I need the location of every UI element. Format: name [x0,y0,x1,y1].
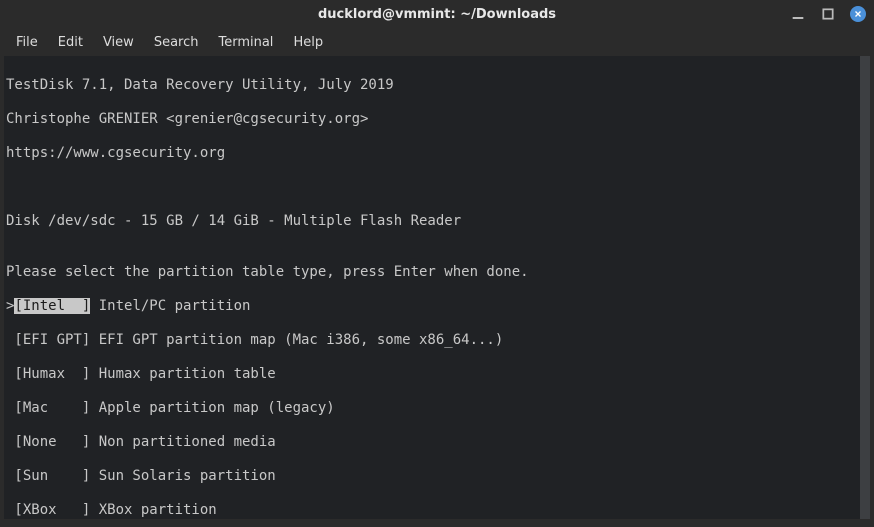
minimize-icon [790,6,806,22]
menubar: File Edit View Search Terminal Help [0,28,874,56]
close-icon [853,9,863,19]
menu-view[interactable]: View [95,31,142,54]
term-line: Please select the partition table type, … [6,264,868,281]
terminal-area[interactable]: TestDisk 7.1, Data Recovery Utility, Jul… [4,56,870,519]
term-line: Disk /dev/sdc - 15 GB / 14 GiB - Multipl… [6,213,868,230]
scrollbar[interactable] [860,56,870,519]
window-title: ducklord@vmmint: ~/Downloads [318,7,556,22]
scrollbar-thumb[interactable] [860,56,870,519]
option-label: Intel/PC partition [90,298,250,314]
term-line: Christophe GRENIER <grenier@cgsecurity.o… [6,111,868,128]
option-efi-gpt[interactable]: [EFI GPT] EFI GPT partition map (Mac i38… [6,332,868,349]
menu-search[interactable]: Search [146,31,207,54]
close-button[interactable] [850,6,866,22]
term-line: TestDisk 7.1, Data Recovery Utility, Jul… [6,77,868,94]
option-sun[interactable]: [Sun ] Sun Solaris partition [6,468,868,485]
menu-file[interactable]: File [8,31,46,54]
option-none[interactable]: [None ] Non partitioned media [6,434,868,451]
window-titlebar: ducklord@vmmint: ~/Downloads [0,0,874,28]
term-line: https://www.cgsecurity.org [6,145,868,162]
option-tag: [Intel ] [14,298,90,314]
menu-terminal[interactable]: Terminal [210,31,281,54]
menu-edit[interactable]: Edit [50,31,91,54]
maximize-button[interactable] [820,6,836,22]
option-mac[interactable]: [Mac ] Apple partition map (legacy) [6,400,868,417]
option-intel-selected[interactable]: >[Intel ] Intel/PC partition [6,298,868,315]
minimize-button[interactable] [790,6,806,22]
maximize-icon [820,6,836,22]
menu-help[interactable]: Help [285,31,331,54]
window-controls [790,6,866,22]
option-xbox[interactable]: [XBox ] XBox partition [6,502,868,519]
option-humax[interactable]: [Humax ] Humax partition table [6,366,868,383]
